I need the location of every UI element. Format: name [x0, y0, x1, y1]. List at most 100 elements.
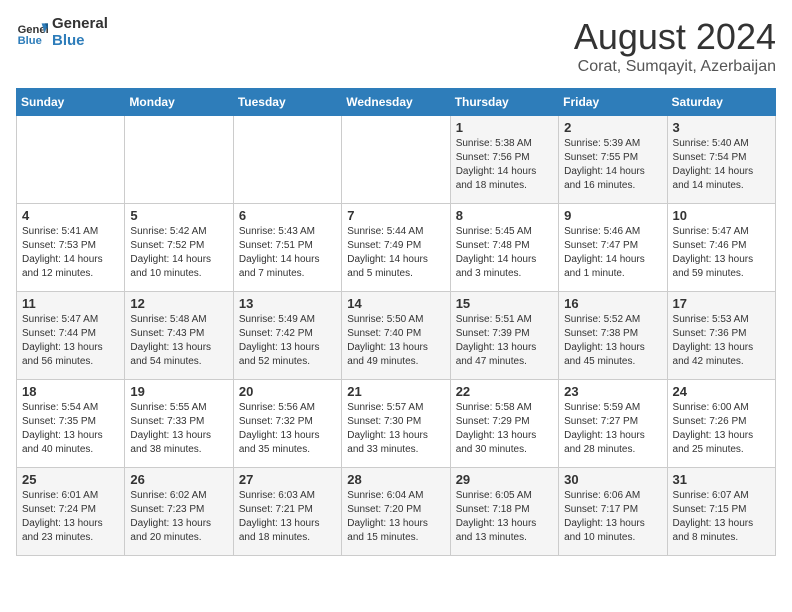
day-info: Sunrise: 6:07 AM Sunset: 7:15 PM Dayligh…: [673, 489, 770, 545]
day-number: 2: [564, 120, 661, 135]
day-number: 7: [347, 208, 444, 223]
day-header-wednesday: Wednesday: [342, 89, 450, 116]
calendar-cell: 4Sunrise: 5:41 AM Sunset: 7:53 PM Daylig…: [17, 204, 125, 292]
day-info: Sunrise: 6:03 AM Sunset: 7:21 PM Dayligh…: [239, 489, 336, 545]
logo-line1: General: [52, 16, 108, 33]
day-number: 31: [673, 472, 770, 487]
day-info: Sunrise: 5:38 AM Sunset: 7:56 PM Dayligh…: [456, 137, 553, 193]
day-number: 1: [456, 120, 553, 135]
calendar-cell: 16Sunrise: 5:52 AM Sunset: 7:38 PM Dayli…: [559, 292, 667, 380]
calendar-cell: [342, 116, 450, 204]
calendar-cell: 27 Sunrise: 6:03 AM Sunset: 7:21 PM Dayli…: [233, 468, 341, 556]
calendar-cell: 21Sunrise: 5:57 AM Sunset: 7:30 PM Dayli…: [342, 380, 450, 468]
day-number: 21: [347, 384, 444, 399]
location-subtitle: Corat, Sumqayit, Azerbaijan: [574, 58, 776, 76]
calendar-cell: 7 Sunrise: 5:44 AM Sunset: 7:49 PM Daylig…: [342, 204, 450, 292]
day-number: 25: [22, 472, 119, 487]
calendar-cell: 10Sunrise: 5:47 AM Sunset: 7:46 PM Dayli…: [667, 204, 775, 292]
calendar-table: SundayMondayTuesdayWednesdayThursdayFrid…: [16, 88, 776, 556]
day-info: Sunrise: 6:02 AM Sunset: 7:23 PM Dayligh…: [130, 489, 227, 545]
day-number: 27: [239, 472, 336, 487]
week-row-5: 25 Sunrise: 6:01 AM Sunset: 7:24 PM Dayli…: [17, 468, 776, 556]
calendar-cell: 31 Sunrise: 6:07 AM Sunset: 7:15 PM Dayli…: [667, 468, 775, 556]
calendar-cell: 25 Sunrise: 6:01 AM Sunset: 7:24 PM Dayli…: [17, 468, 125, 556]
day-number: 26: [130, 472, 227, 487]
day-number: 22: [456, 384, 553, 399]
day-number: 24: [673, 384, 770, 399]
day-header-saturday: Saturday: [667, 89, 775, 116]
calendar-body: 1 Sunrise: 5:38 AM Sunset: 7:56 PM Daylig…: [17, 116, 776, 556]
day-info: Sunrise: 5:49 AM Sunset: 7:42 PM Dayligh…: [239, 313, 336, 369]
day-info: Sunrise: 5:51 AM Sunset: 7:39 PM Dayligh…: [456, 313, 553, 369]
day-info: Sunrise: 5:40 AM Sunset: 7:54 PM Dayligh…: [673, 137, 770, 193]
day-info: Sunrise: 6:04 AM Sunset: 7:20 PM Dayligh…: [347, 489, 444, 545]
day-number: 9: [564, 208, 661, 223]
day-number: 13: [239, 296, 336, 311]
calendar-cell: [233, 116, 341, 204]
calendar-cell: [125, 116, 233, 204]
week-row-2: 4Sunrise: 5:41 AM Sunset: 7:53 PM Daylig…: [17, 204, 776, 292]
day-number: 5: [130, 208, 227, 223]
day-info: Sunrise: 5:56 AM Sunset: 7:32 PM Dayligh…: [239, 401, 336, 457]
day-info: Sunrise: 5:59 AM Sunset: 7:27 PM Dayligh…: [564, 401, 661, 457]
logo-icon: General Blue: [16, 17, 48, 49]
day-info: Sunrise: 5:41 AM Sunset: 7:53 PM Dayligh…: [22, 225, 119, 281]
calendar-cell: 30 Sunrise: 6:06 AM Sunset: 7:17 PM Dayli…: [559, 468, 667, 556]
day-header-thursday: Thursday: [450, 89, 558, 116]
svg-text:Blue: Blue: [18, 35, 42, 47]
month-title: August 2024: [574, 16, 776, 58]
day-number: 10: [673, 208, 770, 223]
day-info: Sunrise: 5:44 AM Sunset: 7:49 PM Dayligh…: [347, 225, 444, 281]
day-header-monday: Monday: [125, 89, 233, 116]
calendar-cell: 20 Sunrise: 5:56 AM Sunset: 7:32 PM Dayli…: [233, 380, 341, 468]
day-number: 18: [22, 384, 119, 399]
calendar-cell: 5 Sunrise: 5:42 AM Sunset: 7:52 PM Daylig…: [125, 204, 233, 292]
day-info: Sunrise: 6:01 AM Sunset: 7:24 PM Dayligh…: [22, 489, 119, 545]
day-number: 19: [130, 384, 227, 399]
day-info: Sunrise: 6:05 AM Sunset: 7:18 PM Dayligh…: [456, 489, 553, 545]
day-info: Sunrise: 5:50 AM Sunset: 7:40 PM Dayligh…: [347, 313, 444, 369]
calendar-cell: 14Sunrise: 5:50 AM Sunset: 7:40 PM Dayli…: [342, 292, 450, 380]
day-header-sunday: Sunday: [17, 89, 125, 116]
title-block: August 2024 Corat, Sumqayit, Azerbaijan: [574, 16, 776, 76]
calendar-cell: 6Sunrise: 5:43 AM Sunset: 7:51 PM Daylig…: [233, 204, 341, 292]
day-number: 3: [673, 120, 770, 135]
day-number: 20: [239, 384, 336, 399]
day-number: 30: [564, 472, 661, 487]
calendar-cell: 2 Sunrise: 5:39 AM Sunset: 7:55 PM Daylig…: [559, 116, 667, 204]
day-number: 28: [347, 472, 444, 487]
day-header-tuesday: Tuesday: [233, 89, 341, 116]
calendar-cell: [17, 116, 125, 204]
calendar-cell: 19 Sunrise: 5:55 AM Sunset: 7:33 PM Dayli…: [125, 380, 233, 468]
calendar-cell: 23 Sunrise: 5:59 AM Sunset: 7:27 PM Dayli…: [559, 380, 667, 468]
logo: General Blue General Blue: [16, 16, 108, 49]
week-row-4: 18 Sunrise: 5:54 AM Sunset: 7:35 PM Dayli…: [17, 380, 776, 468]
day-info: Sunrise: 5:55 AM Sunset: 7:33 PM Dayligh…: [130, 401, 227, 457]
day-number: 11: [22, 296, 119, 311]
calendar-cell: 28 Sunrise: 6:04 AM Sunset: 7:20 PM Dayli…: [342, 468, 450, 556]
day-info: Sunrise: 5:45 AM Sunset: 7:48 PM Dayligh…: [456, 225, 553, 281]
day-info: Sunrise: 5:42 AM Sunset: 7:52 PM Dayligh…: [130, 225, 227, 281]
day-number: 12: [130, 296, 227, 311]
logo-line2: Blue: [52, 33, 108, 50]
day-info: Sunrise: 6:06 AM Sunset: 7:17 PM Dayligh…: [564, 489, 661, 545]
day-info: Sunrise: 6:00 AM Sunset: 7:26 PM Dayligh…: [673, 401, 770, 457]
day-number: 23: [564, 384, 661, 399]
calendar-cell: 8Sunrise: 5:45 AM Sunset: 7:48 PM Daylig…: [450, 204, 558, 292]
day-info: Sunrise: 5:48 AM Sunset: 7:43 PM Dayligh…: [130, 313, 227, 369]
week-row-1: 1 Sunrise: 5:38 AM Sunset: 7:56 PM Daylig…: [17, 116, 776, 204]
day-info: Sunrise: 5:39 AM Sunset: 7:55 PM Dayligh…: [564, 137, 661, 193]
day-info: Sunrise: 5:54 AM Sunset: 7:35 PM Dayligh…: [22, 401, 119, 457]
day-number: 17: [673, 296, 770, 311]
calendar-cell: 13 Sunrise: 5:49 AM Sunset: 7:42 PM Dayli…: [233, 292, 341, 380]
calendar-cell: 1 Sunrise: 5:38 AM Sunset: 7:56 PM Daylig…: [450, 116, 558, 204]
calendar-header: SundayMondayTuesdayWednesdayThursdayFrid…: [17, 89, 776, 116]
calendar-cell: 3 Sunrise: 5:40 AM Sunset: 7:54 PM Daylig…: [667, 116, 775, 204]
calendar-cell: 22 Sunrise: 5:58 AM Sunset: 7:29 PM Dayli…: [450, 380, 558, 468]
day-info: Sunrise: 5:47 AM Sunset: 7:44 PM Dayligh…: [22, 313, 119, 369]
day-info: Sunrise: 5:53 AM Sunset: 7:36 PM Dayligh…: [673, 313, 770, 369]
day-number: 15: [456, 296, 553, 311]
calendar-cell: 17 Sunrise: 5:53 AM Sunset: 7:36 PM Dayli…: [667, 292, 775, 380]
calendar-cell: 15 Sunrise: 5:51 AM Sunset: 7:39 PM Dayli…: [450, 292, 558, 380]
day-info: Sunrise: 5:58 AM Sunset: 7:29 PM Dayligh…: [456, 401, 553, 457]
